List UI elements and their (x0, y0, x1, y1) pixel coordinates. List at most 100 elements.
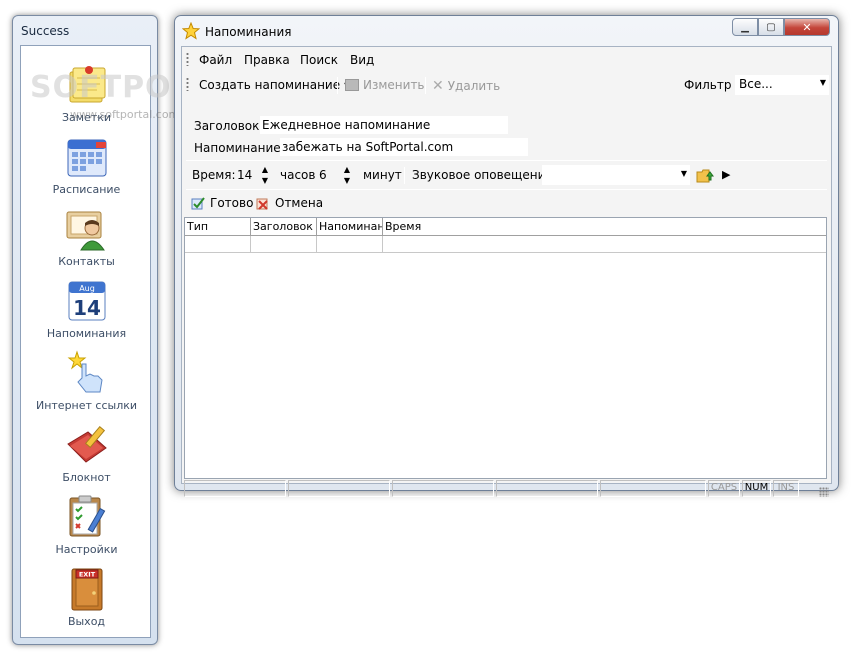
reminder-field[interactable]: забежать на SoftPortal.com (280, 138, 528, 156)
spin-up-icon: ▲ (261, 165, 269, 174)
folder-up-icon (696, 169, 714, 183)
maximize-icon: ▢ (766, 21, 776, 33)
sound-select[interactable]: ▼ (542, 165, 690, 185)
calendar-day-text: 14 (73, 296, 101, 320)
sound-label: Звуковое оповещение: (412, 168, 557, 182)
maximize-button[interactable]: ▢ (758, 18, 784, 36)
play-icon: ▶ (722, 168, 731, 181)
toolbar-grip[interactable] (186, 77, 189, 91)
sidebar-item-label: Выход (67, 615, 106, 628)
table-cell[interactable] (251, 236, 317, 253)
window-title: Напоминания (205, 25, 292, 39)
column-header-title[interactable]: Заголовок (251, 218, 317, 236)
sidebar-item-exit[interactable]: EXIT Выход (21, 564, 152, 636)
filter-select[interactable]: Все... ▼ (735, 75, 829, 95)
sidebar-item-reminders[interactable]: Aug 14 Напоминания (21, 276, 152, 348)
notebook-pencil-icon (64, 422, 110, 468)
table-row[interactable] (185, 236, 826, 253)
menu-search[interactable]: Поиск (300, 53, 338, 67)
open-folder-button[interactable] (696, 166, 714, 184)
sidebar-window: Success Заметки Расписание Контакты Aug … (12, 15, 158, 645)
exit-door-icon: EXIT (64, 566, 110, 612)
title-bar[interactable]: Напоминания ▁ ▢ ✕ (175, 16, 838, 46)
calendar-icon (64, 134, 110, 180)
notes-icon (64, 62, 110, 108)
chevron-down-icon: ▼ (680, 169, 687, 178)
minimize-icon: ▁ (741, 21, 749, 33)
sidebar-panel: Заметки Расписание Контакты Aug 14 Напом… (20, 45, 151, 638)
resize-grip[interactable] (819, 487, 829, 497)
delete-label: Удалить (447, 79, 501, 93)
sidebar-item-internet-links[interactable]: Интернет ссылки (21, 348, 152, 420)
ins-indicator: INS (773, 480, 799, 497)
hours-input[interactable]: 14 (237, 168, 252, 182)
minutes-spinner[interactable]: ▲ ▼ (341, 165, 353, 185)
close-button[interactable]: ✕ (784, 18, 830, 36)
sidebar-item-label: Напоминания (46, 327, 127, 340)
table-cell[interactable] (383, 236, 826, 253)
star-icon (181, 21, 201, 40)
sidebar-item-label: Настройки (55, 543, 118, 556)
menu-grip[interactable] (186, 52, 189, 66)
spin-down-icon: ▼ (343, 176, 351, 185)
settings-checklist-icon (64, 494, 110, 540)
reminder-field-label: Напоминание: (194, 141, 285, 155)
title-field[interactable]: Ежедневное напоминание (260, 116, 508, 134)
menu-edit[interactable]: Правка (244, 53, 290, 67)
sidebar-item-schedule[interactable]: Расписание (21, 132, 152, 204)
delete-button[interactable]: ✕ Удалить (432, 78, 500, 94)
sidebar-item-label: Интернет ссылки (35, 399, 138, 412)
reminder-calendar-icon: Aug 14 (64, 278, 110, 324)
filter-value: Все... (739, 77, 773, 91)
hand-pointer-icon (64, 350, 110, 396)
status-panel (184, 480, 286, 497)
status-panel (288, 480, 390, 497)
sidebar-item-label: Заметки (61, 111, 112, 124)
title-field-label: Заголовок: (194, 119, 264, 133)
edit-label: Изменить (363, 78, 425, 92)
column-header-time[interactable]: Время (383, 218, 826, 236)
cancel-button[interactable]: Отмена (255, 195, 323, 211)
reminders-window: Напоминания ▁ ▢ ✕ Файл Правка Поиск Вид … (174, 15, 839, 497)
filter-label: Фильтр (684, 78, 732, 92)
sidebar-item-notes[interactable]: Заметки (21, 60, 152, 132)
sidebar-item-notebook[interactable]: Блокнот (21, 420, 152, 492)
spin-up-icon: ▲ (343, 165, 351, 174)
table-header: Тип Заголовок Напоминани Время (185, 218, 826, 236)
sidebar-item-label: Блокнот (62, 471, 111, 484)
play-button[interactable]: ▶ (722, 168, 730, 181)
done-button[interactable]: Готово (190, 195, 253, 211)
cancel-label: Отмена (275, 196, 324, 210)
menu-file[interactable]: Файл (199, 53, 232, 67)
menu-bar: Файл Правка Поиск Вид (182, 47, 831, 71)
edit-button[interactable]: Изменить (345, 78, 425, 92)
sidebar-item-contacts[interactable]: Контакты (21, 204, 152, 276)
sidebar-title: Success (21, 24, 70, 38)
num-indicator: NUM (742, 480, 771, 497)
contacts-icon (64, 206, 110, 252)
column-header-reminder[interactable]: Напоминани (317, 218, 383, 236)
menu-view[interactable]: Вид (350, 53, 374, 67)
table-cell[interactable] (185, 236, 251, 253)
column-header-type[interactable]: Тип (185, 218, 251, 236)
done-label: Готово (210, 196, 254, 210)
divider (186, 189, 827, 190)
sidebar-item-settings[interactable]: Настройки (21, 492, 152, 564)
calendar-month-text: Aug (79, 284, 95, 293)
table-cell[interactable] (317, 236, 383, 253)
edit-icon (345, 79, 359, 91)
status-panel (600, 480, 706, 497)
action-row: Готово Отмена (182, 192, 831, 214)
minutes-input[interactable]: 6 (319, 168, 327, 182)
close-icon: ✕ (802, 20, 812, 34)
time-row: Время: 14 ▲ ▼ часов 6 ▲ ▼ минут Звуковое… (182, 164, 831, 188)
done-icon (191, 197, 205, 210)
toolbar-separator (337, 77, 338, 94)
minutes-label: минут (363, 168, 402, 182)
create-reminder-button[interactable]: Создать напоминание ▼ (199, 78, 350, 92)
minimize-button[interactable]: ▁ (732, 18, 758, 36)
hours-spinner[interactable]: ▲ ▼ (259, 165, 271, 185)
reminders-table[interactable]: Тип Заголовок Напоминани Время (184, 217, 827, 479)
delete-icon: ✕ (432, 78, 444, 94)
sidebar-item-label: Контакты (58, 255, 115, 268)
